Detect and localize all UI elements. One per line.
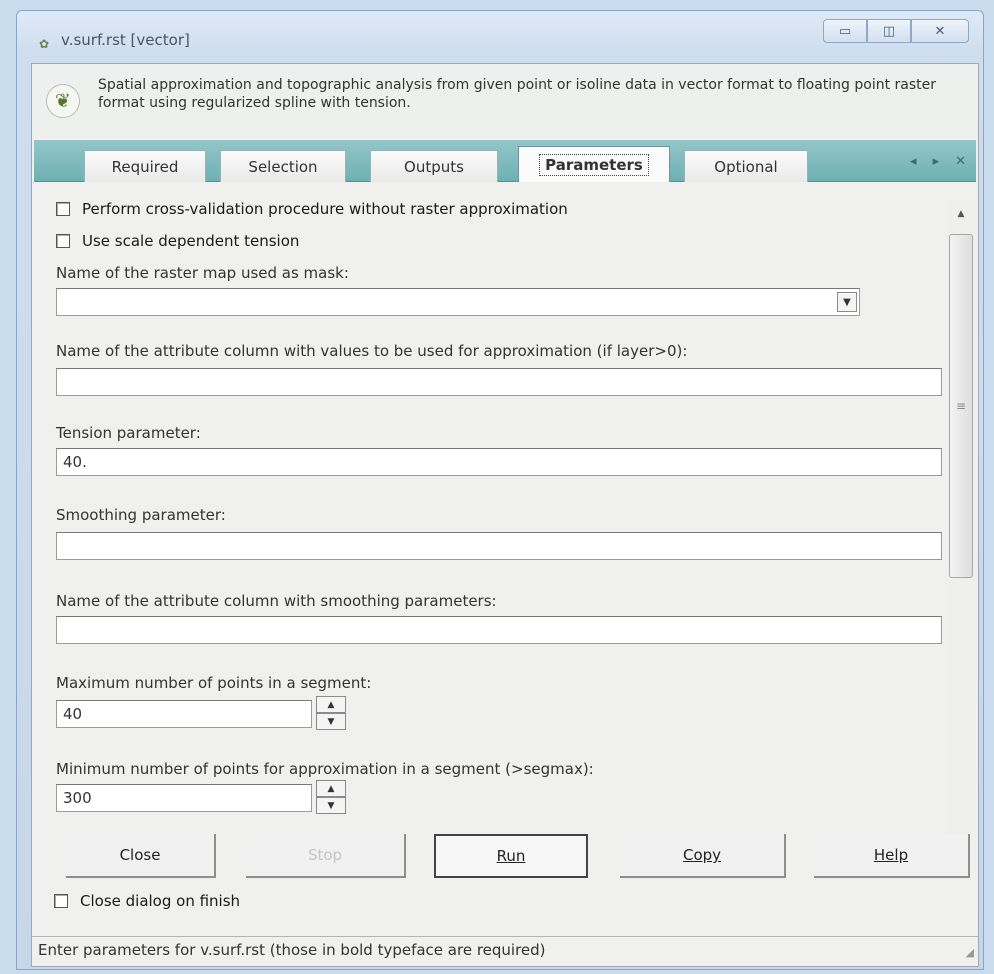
mask-label: Name of the raster map used as mask:	[56, 264, 349, 282]
title-bar[interactable]: ✿ v.surf.rst [vector] ▭ ◫ ✕	[17, 11, 983, 63]
resize-grip-icon[interactable]: ◢	[958, 945, 974, 961]
scolumn-label: Name of the attribute column with smooth…	[56, 592, 497, 610]
maximize-button[interactable]: ◫	[867, 19, 911, 43]
help-button-label: Help	[873, 846, 909, 864]
spin-up-icon[interactable]: ▲	[316, 696, 346, 713]
mask-select[interactable]: ▼	[56, 288, 860, 316]
crossvalidation-label: Perform cross-validation procedure witho…	[82, 200, 568, 218]
window-controls: ▭ ◫ ✕	[823, 19, 969, 43]
scroll-thumb[interactable]: ≡	[949, 234, 973, 578]
module-description: Spatial approximation and topographic an…	[98, 77, 937, 111]
spin-down-icon[interactable]: ▼	[316, 713, 346, 730]
close-on-finish-checkbox[interactable]	[54, 894, 68, 908]
tab-close-icon[interactable]: ✕	[955, 154, 966, 169]
copy-button-label: Copy	[682, 846, 722, 864]
scolumn-input[interactable]	[56, 616, 942, 644]
close-button[interactable]: Close	[66, 834, 216, 878]
close-window-button[interactable]: ✕	[911, 19, 969, 43]
segmax-label: Maximum number of points in a segment:	[56, 674, 372, 692]
copy-button[interactable]: Copy	[620, 834, 786, 878]
tab-prev-icon[interactable]: ◂	[910, 154, 917, 169]
npmin-input[interactable]: 300	[56, 784, 312, 812]
smooth-label: Smoothing parameter:	[56, 506, 226, 524]
tab-bar: Required Selection Outputs Parameters Op…	[34, 140, 976, 182]
crossvalidation-row[interactable]: Perform cross-validation procedure witho…	[56, 200, 568, 218]
zcolumn-input[interactable]	[56, 368, 942, 396]
spin-down-icon[interactable]: ▼	[316, 797, 346, 814]
minimize-button[interactable]: ▭	[823, 19, 867, 43]
crossvalidation-checkbox[interactable]	[56, 202, 70, 216]
parameters-panel: Perform cross-validation procedure witho…	[34, 182, 976, 870]
chevron-down-icon[interactable]: ▼	[837, 292, 857, 312]
tab-parameters-label: Parameters	[539, 153, 649, 176]
help-button[interactable]: Help	[814, 834, 970, 878]
stop-button[interactable]: Stop	[246, 834, 406, 878]
vertical-scrollbar[interactable]: ▲ ≡ ▼	[946, 200, 976, 870]
npmin-stepper[interactable]: ▲ ▼	[316, 780, 346, 814]
segmax-input[interactable]: 40	[56, 700, 312, 728]
grass-module-icon: ❦	[46, 84, 80, 118]
scale-tension-label: Use scale dependent tension	[82, 232, 300, 250]
smooth-input[interactable]	[56, 532, 942, 560]
segmax-stepper[interactable]: ▲ ▼	[316, 696, 346, 730]
tab-selection[interactable]: Selection	[220, 150, 346, 182]
module-header: ❦ Spatial approximation and topographic …	[32, 64, 978, 136]
tab-optional[interactable]: Optional	[684, 150, 808, 182]
tab-outputs[interactable]: Outputs	[370, 150, 498, 182]
close-on-finish-label: Close dialog on finish	[80, 892, 241, 910]
scale-tension-checkbox[interactable]	[56, 234, 70, 248]
tab-next-icon[interactable]: ▸	[933, 154, 940, 169]
scale-tension-row[interactable]: Use scale dependent tension	[56, 232, 299, 250]
window-title: v.surf.rst [vector]	[61, 31, 190, 49]
tab-navigation: ◂ ▸ ✕	[910, 154, 966, 169]
status-text: Enter parameters for v.surf.rst (those i…	[38, 941, 546, 959]
status-bar: Enter parameters for v.surf.rst (those i…	[32, 936, 978, 964]
scroll-up-icon[interactable]: ▲	[946, 206, 976, 222]
tab-required[interactable]: Required	[84, 150, 206, 182]
run-button[interactable]: Run	[434, 834, 588, 878]
tension-input[interactable]: 40.	[56, 448, 942, 476]
close-on-finish-row[interactable]: Close dialog on finish	[54, 892, 240, 910]
spin-up-icon[interactable]: ▲	[316, 780, 346, 797]
grass-app-icon: ✿	[39, 37, 50, 51]
zcolumn-label: Name of the attribute column with values…	[56, 342, 688, 360]
tab-parameters[interactable]: Parameters	[518, 146, 670, 182]
tension-label: Tension parameter:	[56, 424, 201, 442]
dialog-window: ✿ v.surf.rst [vector] ▭ ◫ ✕ ❦ Spatial ap…	[16, 10, 984, 970]
dialog-content: ❦ Spatial approximation and topographic …	[31, 63, 979, 967]
npmin-label: Minimum number of points for approximati…	[56, 760, 594, 778]
run-button-label: Run	[496, 847, 526, 865]
